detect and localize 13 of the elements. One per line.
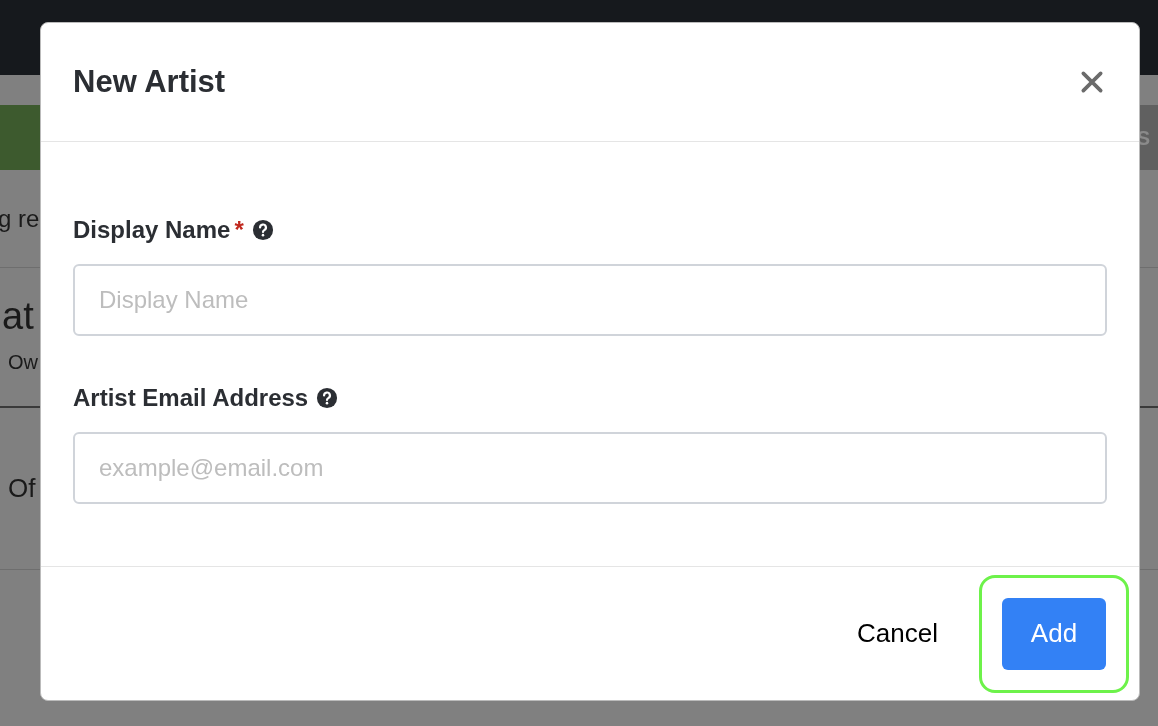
background-subheading: Ow xyxy=(8,350,38,375)
add-button[interactable]: Add xyxy=(1002,597,1106,670)
banner-strip xyxy=(0,105,40,170)
help-icon[interactable] xyxy=(316,387,339,409)
required-asterisk: * xyxy=(234,215,244,245)
background-heading: at xyxy=(2,297,34,335)
field-label: Artist Email Address xyxy=(73,383,309,413)
help-icon[interactable] xyxy=(251,219,274,241)
field-label: Display Name xyxy=(73,215,231,245)
input-field[interactable]: Display Name xyxy=(73,264,1107,336)
background-text: Of xyxy=(8,472,36,505)
input-field[interactable]: example@email.com xyxy=(73,432,1107,504)
modal-title: New Artist xyxy=(73,62,226,101)
